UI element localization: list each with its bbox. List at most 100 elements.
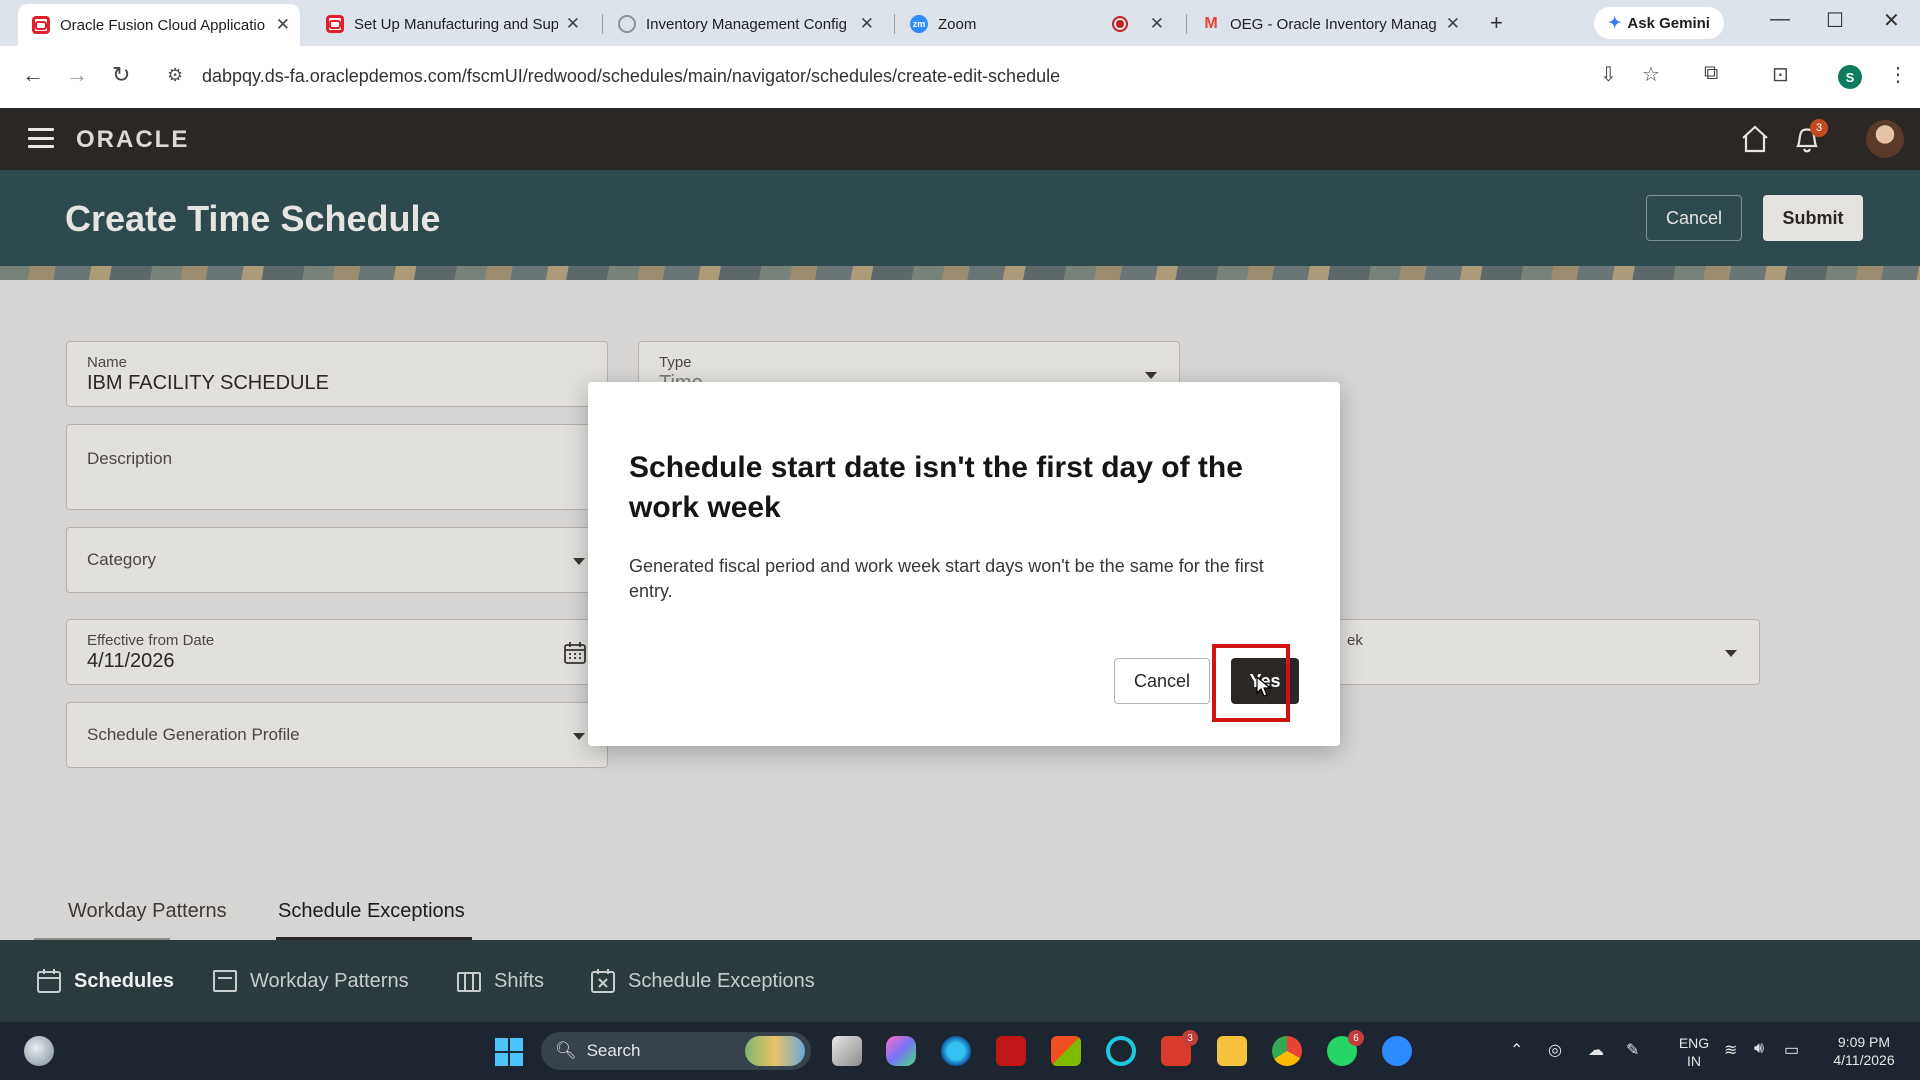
browser-tab-strip: Oracle Fusion Cloud Applicatio ✕ Set Up … xyxy=(0,0,1920,46)
recording-icon xyxy=(1111,16,1128,32)
tab-workday-patterns[interactable]: Workday Patterns xyxy=(68,900,227,923)
tab-search-icon[interactable]: ⊡ xyxy=(1772,62,1789,87)
whatsapp-badge: 6 xyxy=(1348,1030,1364,1046)
clock-time: 9:09 PM xyxy=(1837,1034,1891,1050)
bottom-navigation-bar: Schedules Workday Patterns Shifts Schedu… xyxy=(0,940,1920,1022)
profile-avatar[interactable]: S xyxy=(1838,65,1862,89)
show-hidden-icons-chevron-icon[interactable]: ⌃ xyxy=(1510,1040,1523,1060)
content-tabs: Workday Patterns Schedule Exceptions xyxy=(6,888,1920,940)
effective-from-date-value: 4/11/2026 xyxy=(87,650,175,672)
browser-tab-oracle-fusion[interactable]: Oracle Fusion Cloud Applicatio ✕ xyxy=(18,4,300,46)
minimize-icon[interactable]: — xyxy=(1770,8,1790,31)
microsoft-store-icon[interactable] xyxy=(1051,1036,1081,1066)
tab-title: Set Up Manufacturing and Sup xyxy=(354,15,558,33)
sync-icon[interactable]: ◎ xyxy=(1548,1040,1562,1060)
extensions-icon[interactable]: ⧉ xyxy=(1704,62,1718,85)
maximize-icon[interactable]: ☐ xyxy=(1826,8,1844,33)
oracle-logo[interactable]: ORACLE xyxy=(76,126,189,154)
effective-from-date-field[interactable]: Effective from Date 4/11/2026 xyxy=(66,619,608,685)
forward-icon[interactable]: → xyxy=(66,62,88,88)
dialog-message: Generated fiscal period and work week st… xyxy=(629,556,1264,601)
effective-from-date-label: Effective from Date xyxy=(87,632,215,649)
volume-icon[interactable]: 🔊︎ xyxy=(1754,1040,1764,1058)
home-icon[interactable] xyxy=(1740,124,1770,154)
input-language-indicator[interactable]: ENG IN xyxy=(1672,1034,1716,1070)
oracle-icon xyxy=(32,16,50,34)
calendar-icon[interactable] xyxy=(563,641,587,665)
battery-icon[interactable]: ▭ xyxy=(1784,1040,1799,1060)
ask-gemini-button[interactable]: ✦ Ask Gemini xyxy=(1594,7,1724,39)
pen-input-icon[interactable]: ✎ xyxy=(1626,1040,1639,1060)
zoom-app-icon[interactable] xyxy=(1382,1036,1412,1066)
windows-start-icon[interactable] xyxy=(494,1037,524,1067)
chevron-down-icon xyxy=(1725,650,1737,657)
header-submit-button[interactable]: Submit xyxy=(1763,195,1863,241)
browser-tab-inventory-config[interactable]: Inventory Management Config ✕ xyxy=(604,6,884,42)
clock[interactable]: 9:09 PM 4/11/2026 xyxy=(1820,1033,1908,1069)
nav-item-schedules[interactable]: Schedules xyxy=(36,968,174,994)
tab-title: Inventory Management Config xyxy=(646,15,847,33)
file-explorer-icon[interactable] xyxy=(1217,1036,1247,1066)
install-app-icon[interactable]: ⇩ xyxy=(1600,62,1617,87)
close-tab-icon[interactable]: ✕ xyxy=(860,14,874,34)
close-tab-icon[interactable]: ✕ xyxy=(1446,14,1460,34)
gmail-icon: M xyxy=(1204,15,1218,32)
close-tab-icon[interactable]: ✕ xyxy=(276,15,290,35)
oracle-icon xyxy=(326,15,344,33)
schedule-generation-profile-label: Schedule Generation Profile xyxy=(87,725,300,744)
user-avatar[interactable] xyxy=(1866,120,1904,158)
wifi-icon[interactable]: ≋ xyxy=(1724,1040,1737,1060)
pattern-icon xyxy=(213,970,237,992)
name-field[interactable]: Name IBM FACILITY SCHEDULE xyxy=(66,341,608,407)
back-icon[interactable]: ← xyxy=(22,62,44,88)
chrome-icon[interactable] xyxy=(1272,1036,1302,1066)
tab-title: OEG - Oracle Inventory Manag xyxy=(1230,15,1437,33)
tab-schedule-exceptions[interactable]: Schedule Exceptions xyxy=(278,900,465,923)
mouse-cursor-icon xyxy=(1256,676,1272,697)
nav-item-schedule-exceptions[interactable]: Schedule Exceptions xyxy=(590,968,815,994)
reload-icon[interactable]: ↻ xyxy=(112,62,130,88)
notification-count-badge: 3 xyxy=(1810,119,1828,137)
clock-date: 4/11/2026 xyxy=(1833,1052,1895,1068)
hamburger-menu-icon[interactable] xyxy=(28,128,54,148)
tab-separator xyxy=(1186,14,1187,34)
annotation-highlight-box xyxy=(1212,644,1290,722)
language-code: ENG xyxy=(1678,1035,1710,1051)
mcafee-icon[interactable] xyxy=(996,1036,1026,1066)
nav-item-workday-patterns[interactable]: Workday Patterns xyxy=(212,968,409,994)
schedule-generation-profile-select[interactable]: Schedule Generation Profile xyxy=(66,702,608,768)
work-week-label: ek xyxy=(1347,632,1363,649)
chevron-down-icon xyxy=(573,733,585,740)
description-label: Description xyxy=(87,449,173,468)
type-label: Type xyxy=(659,354,692,371)
browser-tab-zoom[interactable]: zm Zoom ✕ xyxy=(896,6,1174,42)
nav-item-shifts[interactable]: Shifts xyxy=(456,968,544,994)
browser-tab-oeg-gmail[interactable]: M OEG - Oracle Inventory Manag ✕ xyxy=(1188,6,1470,42)
description-field[interactable]: Description xyxy=(66,424,608,510)
browser-menu-icon[interactable]: ⋮ xyxy=(1888,62,1908,87)
new-tab-icon[interactable]: + xyxy=(1490,10,1503,36)
cortana-icon[interactable] xyxy=(1106,1036,1136,1066)
browser-tab-setup-manufacturing[interactable]: Set Up Manufacturing and Sup ✕ xyxy=(312,6,590,42)
nav-label: Workday Patterns xyxy=(250,969,409,992)
work-week-select[interactable]: ek xyxy=(1336,619,1760,685)
nav-label: Shifts xyxy=(494,969,545,992)
taskbar-search-box[interactable]: 🔍︎ Search xyxy=(541,1032,811,1070)
mail-badge: 3 xyxy=(1182,1030,1198,1046)
dialog-cancel-button[interactable]: Cancel xyxy=(1114,658,1210,704)
address-bar-url[interactable]: dabpqy.ds-fa.oraclepdemos.com/fscmUI/red… xyxy=(202,66,1060,87)
search-highlight-image xyxy=(745,1036,805,1066)
weather-widget-icon[interactable] xyxy=(24,1036,54,1066)
edge-icon[interactable] xyxy=(941,1036,971,1066)
copilot-icon[interactable] xyxy=(886,1036,916,1066)
close-tab-icon[interactable]: ✕ xyxy=(566,14,580,34)
onedrive-icon[interactable]: ☁ xyxy=(1588,1040,1604,1060)
close-tab-icon[interactable]: ✕ xyxy=(1150,14,1164,34)
category-select[interactable]: Category xyxy=(66,527,608,593)
task-view-icon[interactable] xyxy=(832,1036,862,1066)
gemini-sparkle-icon: ✦ xyxy=(1608,15,1622,32)
header-cancel-button[interactable]: Cancel xyxy=(1646,195,1742,241)
site-settings-icon[interactable]: ⚙ xyxy=(167,65,183,86)
close-window-icon[interactable]: ✕ xyxy=(1883,8,1900,33)
bookmark-star-icon[interactable]: ☆ xyxy=(1642,62,1660,87)
